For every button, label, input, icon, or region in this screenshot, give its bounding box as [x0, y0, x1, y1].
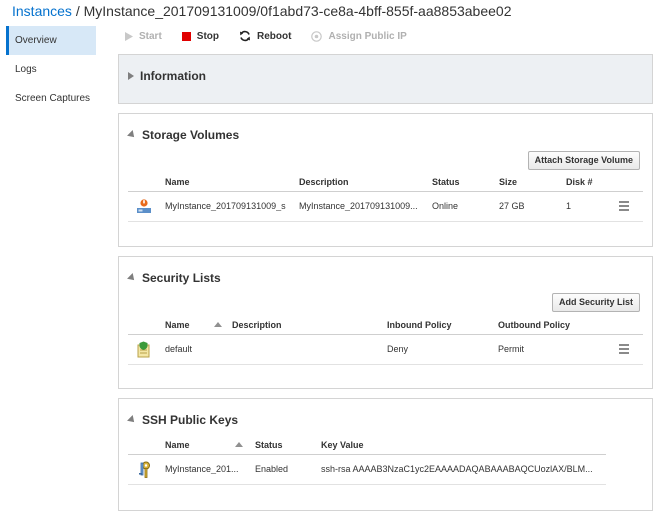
information-panel: Information: [118, 54, 653, 104]
security-list-icon: [136, 341, 151, 361]
ssh-key-name[interactable]: MyInstance_201...: [165, 464, 239, 474]
attach-storage-volume-button[interactable]: Attach Storage Volume: [527, 151, 640, 170]
table-header: Name Status Key Value: [128, 437, 606, 455]
assign-public-ip-button[interactable]: Assign Public IP: [311, 30, 407, 42]
breadcrumb-separator: /: [71, 3, 84, 19]
ssh-public-keys-title: SSH Public Keys: [142, 413, 239, 427]
table-header: Name Description Inbound Policy Outbound…: [128, 317, 643, 335]
reboot-button[interactable]: Reboot: [239, 30, 291, 42]
sort-ascending-icon[interactable]: [235, 442, 243, 447]
breadcrumb-instances-link[interactable]: Instances: [12, 3, 72, 19]
collapse-icon: [127, 415, 137, 425]
sidebar-item-label: Logs: [15, 64, 37, 75]
breadcrumb: Instances / MyInstance_201709131009/0f1a…: [12, 3, 511, 19]
volume-size: 27 GB: [499, 201, 525, 211]
sort-ascending-icon[interactable]: [214, 322, 222, 327]
add-security-list-button[interactable]: Add Security List: [551, 293, 640, 312]
column-header-name[interactable]: Name: [165, 177, 190, 187]
sidebar: Overview Logs Screen Captures: [6, 26, 96, 113]
table-row[interactable]: MyInstance_201... Enabled ssh-rsa AAAAB3…: [128, 455, 606, 485]
row-actions-menu-icon[interactable]: [619, 344, 629, 354]
breadcrumb-current: MyInstance_201709131009/0f1abd73-ce8a-4b…: [83, 3, 512, 19]
ssh-key-value: ssh-rsa AAAAB3NzaC1yc2EAAAADAQABAAABAQCU…: [321, 464, 593, 474]
assign-public-ip-label: Assign Public IP: [328, 30, 407, 42]
column-header-size[interactable]: Size: [499, 177, 517, 187]
start-label: Start: [139, 30, 162, 42]
storage-volumes-title: Storage Volumes: [142, 128, 240, 142]
column-header-status[interactable]: Status: [255, 440, 283, 450]
storage-volumes-table: Name Description Status Size Disk # MyIn…: [128, 174, 643, 222]
volume-description: MyInstance_201709131009...: [299, 201, 418, 211]
table-header: Name Description Status Size Disk #: [128, 174, 643, 192]
security-lists-panel: Security Lists Add Security List Name De…: [118, 256, 653, 389]
information-toggle[interactable]: Information: [128, 69, 206, 83]
column-header-key-value[interactable]: Key Value: [321, 440, 364, 450]
column-header-inbound-policy[interactable]: Inbound Policy: [387, 320, 452, 330]
expand-icon: [128, 72, 134, 80]
security-lists-table: Name Description Inbound Policy Outbound…: [128, 317, 643, 365]
sidebar-item-overview[interactable]: Overview: [6, 26, 96, 55]
table-row[interactable]: MyInstance_201709131009_s MyInstance_201…: [128, 192, 643, 222]
column-header-description[interactable]: Description: [299, 177, 349, 187]
column-header-status[interactable]: Status: [432, 177, 460, 187]
security-list-name[interactable]: default: [165, 344, 192, 354]
column-header-name[interactable]: Name: [165, 440, 190, 450]
information-title: Information: [140, 69, 206, 83]
key-icon: [136, 461, 152, 482]
refresh-icon: [239, 30, 251, 42]
public-ip-icon: [311, 30, 323, 42]
ssh-public-keys-panel: SSH Public Keys Name Status Key Value My…: [118, 398, 653, 511]
column-header-outbound-policy[interactable]: Outbound Policy: [498, 320, 570, 330]
volume-name[interactable]: MyInstance_201709131009_s: [165, 201, 291, 211]
column-header-name[interactable]: Name: [165, 320, 190, 330]
table-row[interactable]: default Deny Permit: [128, 335, 643, 365]
security-lists-toggle[interactable]: Security Lists: [127, 271, 221, 285]
collapse-icon: [127, 130, 137, 140]
start-button[interactable]: Start: [125, 31, 162, 42]
volume-status: Online: [432, 201, 459, 211]
reboot-label: Reboot: [257, 30, 292, 42]
stop-label: Stop: [196, 30, 220, 42]
row-actions-menu-icon[interactable]: [619, 201, 629, 211]
ssh-key-status: Enabled: [255, 464, 289, 474]
ssh-public-keys-table: Name Status Key Value MyInstance_201... …: [128, 437, 606, 485]
stop-button[interactable]: Stop: [181, 30, 220, 42]
security-list-outbound-policy: Permit: [498, 344, 525, 354]
collapse-icon: [127, 273, 137, 283]
storage-volumes-toggle[interactable]: Storage Volumes: [127, 128, 240, 142]
security-list-inbound-policy: Deny: [387, 344, 409, 354]
instance-toolbar: Start Stop Reboot Assign Public IP: [125, 27, 427, 45]
sidebar-item-screen-captures[interactable]: Screen Captures: [6, 84, 96, 113]
stop-icon: [181, 31, 191, 41]
volume-disk: 1: [566, 201, 572, 211]
ssh-public-keys-toggle[interactable]: SSH Public Keys: [127, 413, 239, 427]
storage-volumes-panel: Storage Volumes Attach Storage Volume Na…: [118, 113, 653, 247]
play-icon: [125, 31, 133, 41]
sidebar-item-label: Screen Captures: [15, 93, 91, 104]
security-lists-title: Security Lists: [142, 271, 221, 285]
sidebar-item-label: Overview: [15, 35, 57, 46]
column-header-disk[interactable]: Disk #: [566, 177, 593, 187]
sidebar-item-logs[interactable]: Logs: [6, 55, 96, 84]
column-header-description[interactable]: Description: [232, 320, 282, 330]
storage-volume-icon: [136, 198, 152, 217]
